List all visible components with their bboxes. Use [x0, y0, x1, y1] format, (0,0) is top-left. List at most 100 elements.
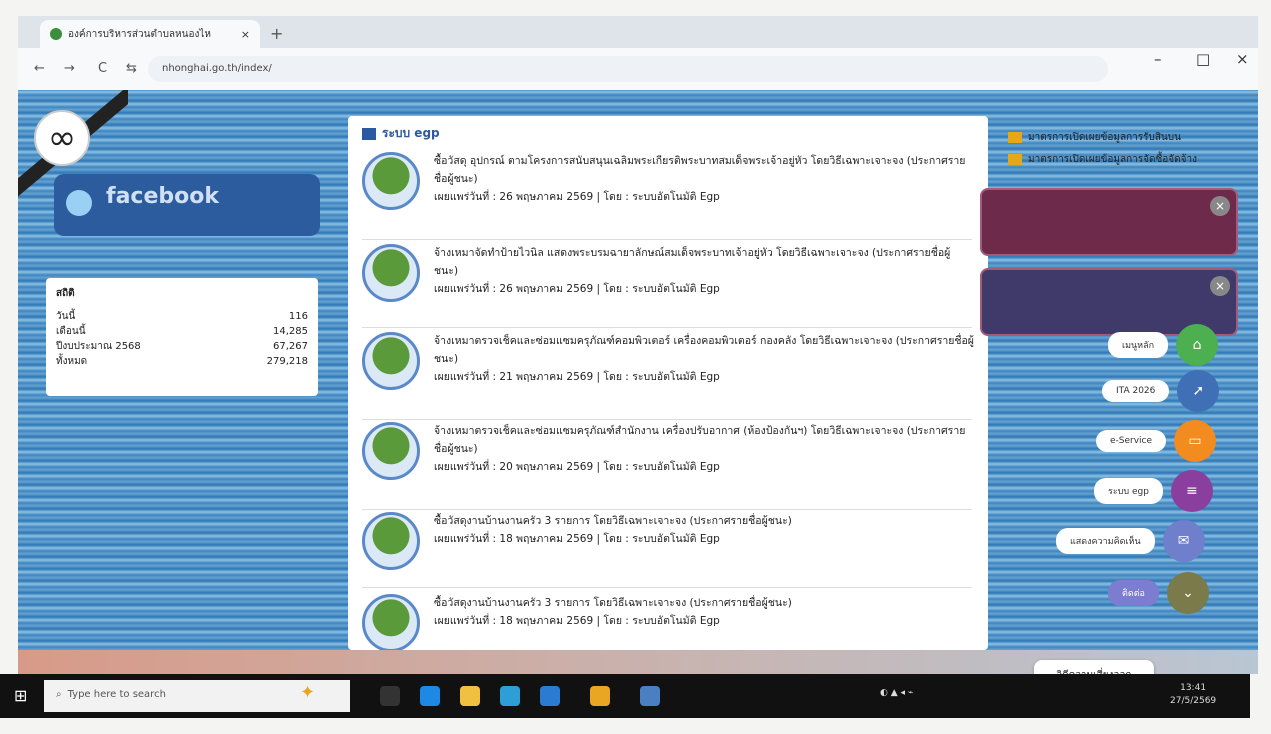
chevron-down-icon[interactable]: ⌄ — [1166, 572, 1209, 614]
news-item[interactable]: ซื้อวัสดุงานบ้านงานครัว 3 รายการ โดยวิธี… — [362, 512, 972, 588]
stats-row: ทั้งหมด 279,218 — [56, 354, 308, 369]
news-panel-title: ระบบ egp — [348, 116, 988, 151]
mail-icon[interactable] — [540, 686, 560, 706]
news-item-title[interactable]: จ้างเหมาตรวจเช็คและซ่อมแซมครุภัณฑ์คอมพิว… — [434, 335, 974, 365]
ita-icon[interactable]: ➚ — [1177, 370, 1220, 412]
tree-logo-icon — [362, 152, 420, 210]
stats-row: เดือนนี้ 14,285 — [56, 324, 308, 339]
stats-label: ปีงบประมาณ 2568 — [56, 341, 141, 352]
fab-eservice[interactable]: e-Service ▭ — [1096, 420, 1217, 462]
facebook-banner[interactable]: facebook — [54, 174, 320, 236]
facebook-label: facebook — [106, 184, 219, 209]
visitor-stats: สถิติ วันนี้ 116 เดือนนี้ 14,285 ปีงบประมา… — [46, 278, 318, 396]
folder-icon — [1008, 153, 1022, 165]
app-icon[interactable] — [640, 686, 660, 706]
news-item-title[interactable]: จ้างเหมาจัดทำป้ายไวนิล แสดงพระบรมฉายาลัก… — [434, 247, 950, 277]
news-item[interactable]: จ้างเหมาจัดทำป้ายไวนิล แสดงพระบรมฉายาลัก… — [362, 244, 972, 328]
web-page: ∞ facebook สถิติ วันนี้ 116 เดือนนี้ 14,28… — [18, 90, 1258, 650]
right-links: มาตรการเปิดเผยข้อมูลการรับสินบน มาตรการเ… — [1008, 126, 1268, 170]
edge-icon[interactable] — [420, 686, 440, 706]
screen: องค์การบริหารส่วนตำบลหนองไห × + ← → C ⇆ … — [0, 0, 1271, 734]
tab-close-icon[interactable]: × — [241, 28, 250, 41]
eservice-icon[interactable]: ▭ — [1174, 420, 1217, 462]
clock-date: 27/5/2569 — [1170, 696, 1217, 706]
news-item-title[interactable]: จ้างเหมาตรวจเช็คและซ่อมแซมครุภัณฑ์สำนักง… — [434, 425, 965, 455]
reload-icon[interactable]: C — [98, 61, 107, 76]
feedback-icon[interactable]: ✉ — [1162, 520, 1205, 562]
minimize-button[interactable]: – — [1154, 50, 1162, 68]
stats-value: 14,285 — [273, 326, 308, 337]
tree-logo-icon — [362, 512, 420, 570]
fab-contact[interactable]: ติดต่อ ⌄ — [1108, 572, 1209, 614]
back-icon[interactable]: ← — [34, 61, 45, 76]
news-title-text: ระบบ egp — [382, 126, 440, 140]
stats-row: ปีงบประมาณ 2568 67,267 — [56, 339, 308, 354]
banner-close-icon[interactable]: × — [1210, 276, 1230, 296]
news-item-title[interactable]: ซื้อวัสดุงานบ้านงานครัว 3 รายการ โดยวิธี… — [434, 515, 792, 527]
search-placeholder: Type here to search — [67, 689, 166, 700]
tab-title: องค์การบริหารส่วนตำบลหนองไห — [68, 28, 211, 40]
browser-tab[interactable]: องค์การบริหารส่วนตำบลหนองไห × — [40, 20, 260, 48]
news-item[interactable]: จ้างเหมาตรวจเช็คและซ่อมแซมครุภัณฑ์คอมพิว… — [362, 332, 974, 420]
site-info-icon[interactable]: ⇆ — [126, 61, 137, 76]
fab-label: e-Service — [1096, 430, 1167, 452]
right-link[interactable]: มาตรการเปิดเผยข้อมูลการจัดซื้อจัดจ้าง — [1008, 148, 1268, 170]
stats-heading: สถิติ — [56, 288, 75, 299]
ribbon-icon: ∞ — [34, 110, 90, 166]
stats-value: 67,267 — [273, 341, 308, 352]
stats-label: วันนี้ — [56, 311, 76, 322]
home-icon[interactable]: ⌂ — [1176, 324, 1219, 366]
news-item-meta: เผยแพร่วันที่ : 26 พฤษภาคม 2569 | โดย : … — [434, 191, 720, 203]
right-link-label: มาตรการเปิดเผยข้อมูลการรับสินบน — [1028, 131, 1181, 143]
right-link-label: มาตรการเปิดเผยข้อมูลการจัดซื้อจัดจ้าง — [1028, 153, 1197, 165]
egp-icon[interactable]: ≡ — [1170, 470, 1213, 512]
fab-ita[interactable]: ITA 2026 ➚ — [1102, 370, 1220, 412]
fab-label: ติดต่อ — [1108, 580, 1159, 606]
taskbar-clock[interactable]: 13:41 27/5/2569 — [1170, 682, 1216, 708]
task-view-icon[interactable] — [380, 686, 400, 706]
new-tab-button[interactable]: + — [270, 24, 283, 43]
news-item-meta: เผยแพร่วันที่ : 18 พฤษภาคม 2569 | โดย : … — [434, 615, 720, 627]
fab-egp[interactable]: ระบบ egp ≡ — [1094, 470, 1213, 512]
banner-close-icon[interactable]: × — [1210, 196, 1230, 216]
file-explorer-icon[interactable] — [460, 686, 480, 706]
right-link[interactable]: มาตรการเปิดเผยข้อมูลการรับสินบน — [1008, 126, 1268, 148]
tree-logo-icon — [362, 244, 420, 302]
promo-banner[interactable]: × — [980, 188, 1238, 256]
news-item-title[interactable]: ซื้อวัสดุ อุปกรณ์ ตามโครงการสนับสนุนเฉลิ… — [434, 155, 965, 185]
tree-logo-icon — [362, 594, 420, 650]
news-item-meta: เผยแพร่วันที่ : 20 พฤษภาคม 2569 | โดย : … — [434, 461, 720, 473]
search-icon: ⌕ — [56, 689, 62, 700]
site-favicon-icon — [50, 28, 62, 40]
news-item[interactable]: จ้างเหมาตรวจเช็คและซ่อมแซมครุภัณฑ์สำนักง… — [362, 422, 972, 510]
chrome-icon[interactable] — [590, 686, 610, 706]
news-item-title[interactable]: ซื้อวัสดุงานบ้านงานครัว 3 รายการ โดยวิธี… — [434, 597, 792, 609]
stats-label: เดือนนี้ — [56, 326, 86, 337]
news-item-meta: เผยแพร่วันที่ : 18 พฤษภาคม 2569 | โดย : … — [434, 533, 720, 545]
fab-feedback[interactable]: แสดงความคิดเห็น ✉ — [1056, 520, 1205, 562]
fab-label: เมนูหลัก — [1108, 332, 1169, 358]
store-icon[interactable] — [500, 686, 520, 706]
tree-logo-icon — [362, 332, 420, 390]
maximize-button[interactable]: □ — [1196, 50, 1210, 68]
news-item[interactable]: ซื้อวัสดุ อุปกรณ์ ตามโครงการสนับสนุนเฉลิ… — [362, 152, 972, 240]
system-tray[interactable]: ◐ ▲ ◂ ⌁ — [880, 688, 913, 698]
forward-icon[interactable]: → — [64, 61, 75, 76]
fab-main-menu[interactable]: เมนูหลัก ⌂ — [1108, 324, 1219, 366]
copilot-icon[interactable]: ✦ — [300, 682, 315, 703]
fab-label: ระบบ egp — [1094, 478, 1163, 504]
folder-icon — [1008, 131, 1022, 143]
news-item-meta: เผยแพร่วันที่ : 21 พฤษภาคม 2569 | โดย : … — [434, 371, 720, 383]
stats-value: 116 — [288, 311, 308, 322]
stats-label: ทั้งหมด — [56, 356, 88, 367]
clock-time: 13:41 — [1180, 683, 1207, 693]
stats-value: 279,218 — [266, 356, 308, 367]
news-item-meta: เผยแพร่วันที่ : 26 พฤษภาคม 2569 | โดย : … — [434, 283, 720, 295]
fab-label: ITA 2026 — [1102, 380, 1170, 402]
windows-start-icon[interactable]: ⊞ — [14, 686, 32, 705]
list-icon — [362, 127, 376, 140]
close-window-button[interactable]: × — [1236, 50, 1249, 68]
news-item[interactable]: ซื้อวัสดุงานบ้านงานครัว 3 รายการ โดยวิธี… — [362, 594, 972, 650]
stats-row: วันนี้ 116 — [56, 309, 308, 324]
address-bar[interactable]: nhonghai.go.th/index/ — [148, 56, 1108, 82]
